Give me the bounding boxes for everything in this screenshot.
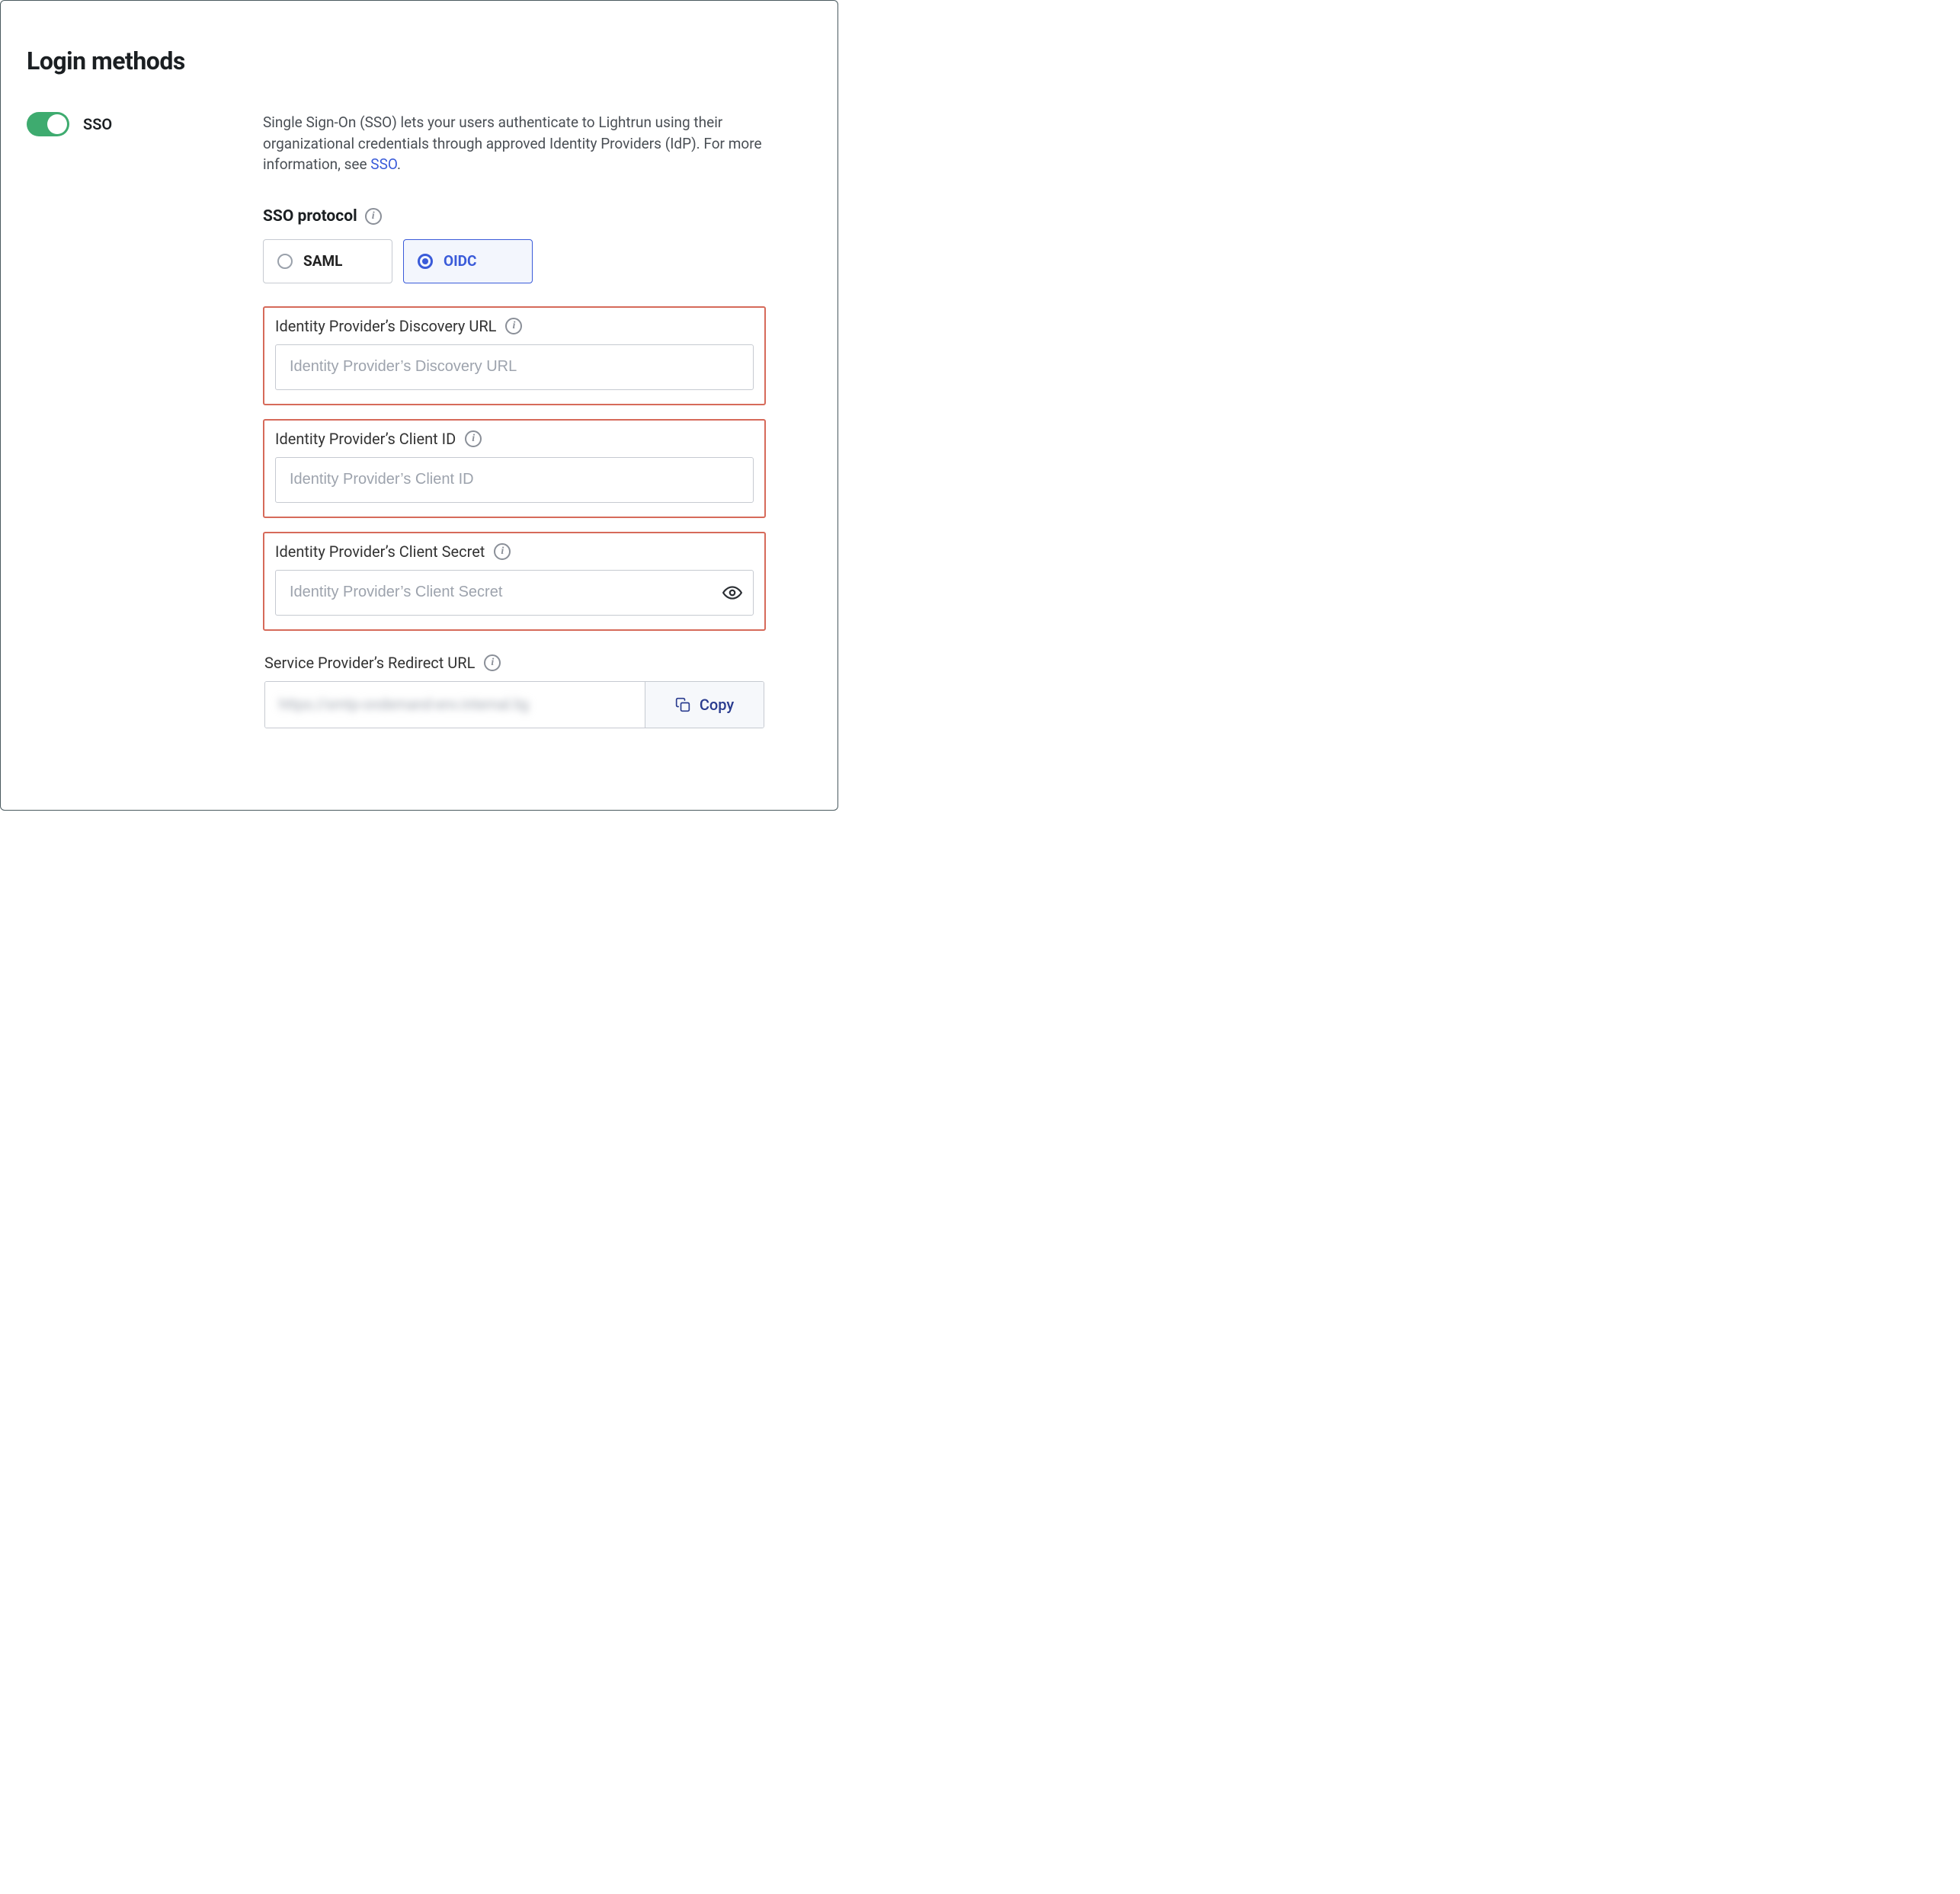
protocol-option-oidc[interactable]: OIDC bbox=[403, 239, 533, 283]
copy-button-label: Copy bbox=[700, 696, 734, 714]
field-client-id: Identity Provider’s Client ID i bbox=[263, 419, 766, 518]
redirect-url-row: https://smtp-ondemand-env.internal.lig C… bbox=[264, 681, 764, 728]
info-icon[interactable]: i bbox=[365, 208, 382, 225]
protocol-option-saml[interactable]: SAML bbox=[263, 239, 392, 283]
info-icon[interactable]: i bbox=[505, 318, 522, 334]
redirect-url-text: https://smtp-ondemand-env.internal.lig bbox=[279, 696, 529, 713]
sso-toggle-column: SSO bbox=[27, 112, 248, 742]
info-icon[interactable]: i bbox=[465, 430, 482, 447]
login-methods-panel: Login methods SSO Single Sign-On (SSO) l… bbox=[0, 0, 838, 811]
copy-redirect-button[interactable]: Copy bbox=[645, 682, 764, 728]
discovery-url-input[interactable] bbox=[275, 344, 754, 390]
content-columns: SSO Single Sign-On (SSO) lets your users… bbox=[27, 112, 812, 742]
client-secret-input-wrap bbox=[275, 570, 754, 616]
sso-settings-column: Single Sign-On (SSO) lets your users aut… bbox=[263, 112, 766, 742]
client-secret-input[interactable] bbox=[275, 570, 754, 616]
info-icon[interactable]: i bbox=[494, 543, 511, 560]
field-label: Identity Provider’s Discovery URL bbox=[275, 317, 496, 335]
sso-toggle[interactable] bbox=[27, 112, 69, 136]
field-label: Identity Provider’s Client Secret bbox=[275, 542, 485, 561]
sso-doc-link[interactable]: SSO bbox=[370, 155, 397, 173]
toggle-knob bbox=[47, 114, 67, 134]
protocol-option-label: OIDC bbox=[444, 252, 476, 270]
sso-description: Single Sign-On (SSO) lets your users aut… bbox=[263, 112, 766, 175]
sso-toggle-label: SSO bbox=[83, 112, 112, 133]
field-client-secret: Identity Provider’s Client Secret i bbox=[263, 532, 766, 631]
eye-icon bbox=[722, 583, 742, 603]
field-label: Service Provider’s Redirect URL bbox=[264, 654, 475, 672]
field-redirect-url: Service Provider’s Redirect URL i https:… bbox=[263, 645, 766, 728]
page-title: Login methods bbox=[27, 46, 812, 75]
radio-circle-icon bbox=[418, 254, 433, 269]
info-icon[interactable]: i bbox=[484, 654, 501, 671]
field-label-row: Identity Provider’s Discovery URL i bbox=[275, 317, 754, 335]
radio-circle-icon bbox=[277, 254, 293, 269]
protocol-label: SSO protocol bbox=[263, 207, 357, 226]
field-label-row: Identity Provider’s Client Secret i bbox=[275, 542, 754, 561]
sso-description-post: . bbox=[397, 155, 401, 173]
field-label-row: Service Provider’s Redirect URL i bbox=[264, 654, 764, 672]
client-id-input[interactable] bbox=[275, 457, 754, 503]
field-label-row: Identity Provider’s Client ID i bbox=[275, 430, 754, 448]
field-discovery-url: Identity Provider’s Discovery URL i bbox=[263, 306, 766, 405]
protocol-radio-group: SAML OIDC bbox=[263, 239, 766, 283]
sso-description-text: Single Sign-On (SSO) lets your users aut… bbox=[263, 114, 762, 173]
protocol-label-row: SSO protocol i bbox=[263, 207, 766, 226]
reveal-secret-button[interactable] bbox=[722, 582, 743, 603]
copy-icon bbox=[675, 697, 690, 712]
field-label: Identity Provider’s Client ID bbox=[275, 430, 456, 448]
protocol-option-label: SAML bbox=[303, 252, 342, 270]
redirect-url-value: https://smtp-ondemand-env.internal.lig bbox=[265, 682, 645, 728]
